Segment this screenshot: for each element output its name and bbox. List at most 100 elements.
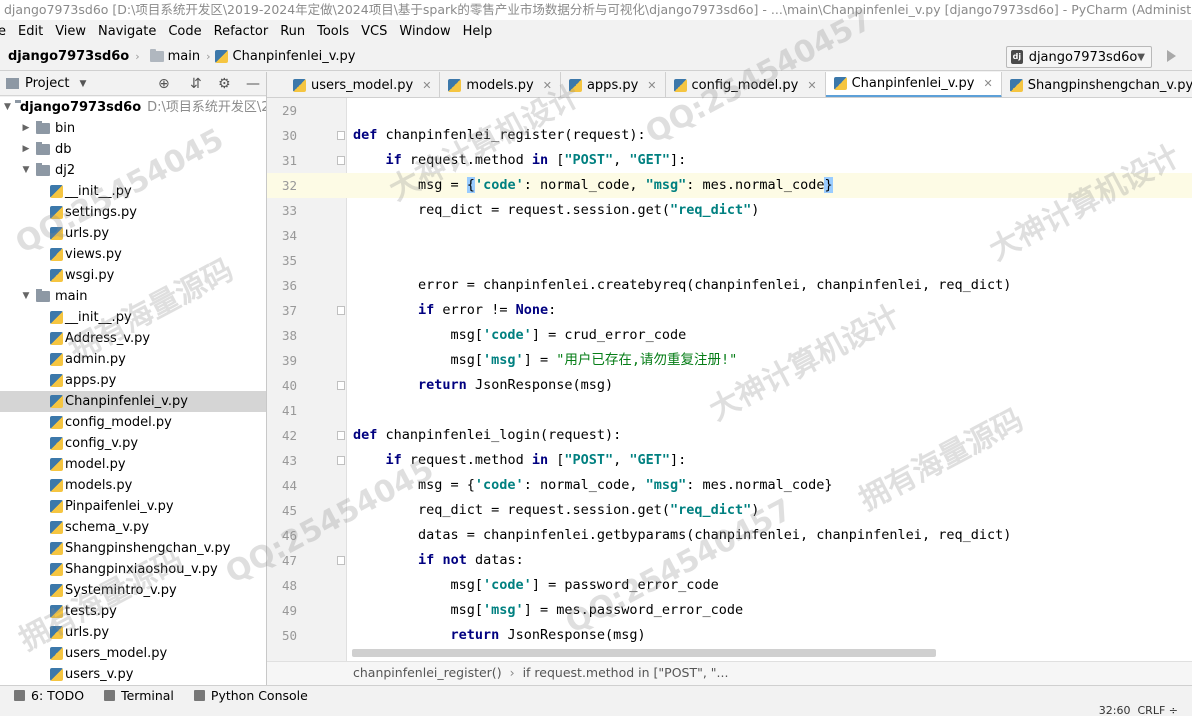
code-line[interactable]: 39 msg['msg'] = "用户已存在,请勿重复注册!" bbox=[267, 348, 1192, 373]
tree-file[interactable]: config_model.py bbox=[0, 412, 266, 433]
code-line[interactable]: 29 bbox=[267, 98, 1192, 123]
fold-marker-icon[interactable] bbox=[337, 131, 345, 140]
collapse-icon[interactable]: ⇵ bbox=[190, 76, 202, 92]
menu-item-help[interactable]: Help bbox=[457, 24, 499, 39]
editor-tab[interactable]: apps.py ✕ bbox=[561, 72, 666, 97]
tree-file[interactable]: Address_v.py bbox=[0, 328, 266, 349]
tree-file[interactable]: __init__.py bbox=[0, 307, 266, 328]
tree-file[interactable]: users_v.py bbox=[0, 664, 266, 685]
close-icon[interactable]: ✕ bbox=[422, 79, 431, 92]
code-editor[interactable]: 29 30 def chanpinfenlei_register(request):… bbox=[267, 98, 1192, 661]
tree-file[interactable]: schema_v.py bbox=[0, 517, 266, 538]
breadcrumb-statement[interactable]: if request.method in ["POST", "... bbox=[523, 665, 729, 680]
tree-file[interactable]: Pinpaifenlei_v.py bbox=[0, 496, 266, 517]
tree-file[interactable]: wsgi.py bbox=[0, 265, 266, 286]
menu-item-run[interactable]: Run bbox=[274, 24, 311, 39]
editor-tab[interactable]: config_model.py ✕ bbox=[666, 72, 826, 97]
chevron-down-icon[interactable]: ▼ bbox=[20, 160, 32, 181]
tree-file[interactable]: Shangpinxiaoshou_v.py bbox=[0, 559, 266, 580]
nav-folder-main[interactable]: main bbox=[144, 49, 200, 64]
code-line[interactable]: 36 error = chanpinfenlei.createbyreq(cha… bbox=[267, 273, 1192, 298]
run-icon[interactable] bbox=[1167, 50, 1176, 62]
tree-file[interactable]: admin.py bbox=[0, 349, 266, 370]
run-config-selector[interactable]: dj django7973sd6o ▼ bbox=[1006, 46, 1152, 68]
tree-file[interactable]: __init__.py bbox=[0, 181, 266, 202]
code-line[interactable]: 38 msg['code'] = crud_error_code bbox=[267, 323, 1192, 348]
caret-position[interactable]: 32:60 bbox=[1099, 705, 1131, 716]
fold-marker-icon[interactable] bbox=[337, 381, 345, 390]
menu-item-edit[interactable]: Edit bbox=[12, 24, 49, 39]
code-line[interactable]: 30 def chanpinfenlei_register(request): bbox=[267, 123, 1192, 148]
code-line[interactable]: 46 datas = chanpinfenlei.getbyparams(cha… bbox=[267, 523, 1192, 548]
tool-window-button[interactable]: Terminal bbox=[104, 688, 174, 703]
code-line[interactable]: 37 if error != None: bbox=[267, 298, 1192, 323]
close-icon[interactable]: ✕ bbox=[984, 77, 993, 90]
code-line[interactable]: 48 msg['code'] = password_error_code bbox=[267, 573, 1192, 598]
menu-item-refactor[interactable]: Refactor bbox=[208, 24, 275, 39]
menu-item-code[interactable]: Code bbox=[162, 24, 207, 39]
tree-file[interactable]: views.py bbox=[0, 244, 266, 265]
hide-panel-icon[interactable]: — bbox=[246, 76, 260, 92]
tree-file[interactable]: tests.py bbox=[0, 601, 266, 622]
tree-file[interactable]: Shangpinshengchan_v.py bbox=[0, 538, 266, 559]
tree-file[interactable]: models.py bbox=[0, 475, 266, 496]
gear-icon[interactable]: ⚙ bbox=[218, 76, 231, 92]
code-line[interactable]: 41 bbox=[267, 398, 1192, 423]
line-separator[interactable]: CRLF ÷ bbox=[1138, 705, 1179, 716]
chevron-down-icon[interactable]: ▼ bbox=[20, 286, 32, 307]
menu-item-view[interactable]: View bbox=[49, 24, 92, 39]
nav-file[interactable]: Chanpinfenlei_v.py bbox=[214, 49, 355, 64]
menu-item-window[interactable]: Window bbox=[393, 24, 456, 39]
code-line[interactable]: 33 req_dict = request.session.get("req_d… bbox=[267, 198, 1192, 223]
code-line[interactable]: 44 msg = {'code': normal_code, "msg": me… bbox=[267, 473, 1192, 498]
code-line[interactable]: 32 msg = {'code': normal_code, "msg": me… bbox=[267, 173, 1192, 198]
editor-tab[interactable]: Chanpinfenlei_v.py ✕ bbox=[825, 72, 1002, 97]
editor-tab[interactable]: models.py ✕ bbox=[440, 72, 561, 97]
code-line[interactable]: 31 if request.method in ["POST", "GET"]: bbox=[267, 148, 1192, 173]
tree-file[interactable]: users_model.py bbox=[0, 643, 266, 664]
code-line[interactable]: 40 return JsonResponse(msg) bbox=[267, 373, 1192, 398]
code-line[interactable]: 42 def chanpinfenlei_login(request): bbox=[267, 423, 1192, 448]
editor-tab[interactable]: Shangpinshengchan_v.py✕ bbox=[1002, 72, 1192, 97]
locate-icon[interactable]: ⊕ bbox=[158, 76, 170, 92]
close-icon[interactable]: ✕ bbox=[543, 79, 552, 92]
code-line[interactable]: 45 req_dict = request.session.get("req_d… bbox=[267, 498, 1192, 523]
tree-file[interactable]: model.py bbox=[0, 454, 266, 475]
code-line[interactable]: 43 if request.method in ["POST", "GET"]: bbox=[267, 448, 1192, 473]
menu-item-navigate[interactable]: Navigate bbox=[92, 24, 162, 39]
breadcrumb-function[interactable]: chanpinfenlei_register() bbox=[353, 665, 502, 680]
tree-folder[interactable]: ▼ dj2 bbox=[0, 160, 266, 181]
chevron-right-icon[interactable]: ▶ bbox=[20, 118, 32, 139]
close-icon[interactable]: ✕ bbox=[647, 79, 656, 92]
tree-file[interactable]: settings.py bbox=[0, 202, 266, 223]
tool-window-button[interactable]: Python Console bbox=[193, 688, 308, 703]
tree-file[interactable]: urls.py bbox=[0, 622, 266, 643]
fold-marker-icon[interactable] bbox=[337, 556, 345, 565]
horizontal-scrollbar[interactable] bbox=[352, 649, 936, 657]
menu-item-tools[interactable]: Tools bbox=[311, 24, 355, 39]
tree-folder[interactable]: ▼ main bbox=[0, 286, 266, 307]
fold-marker-icon[interactable] bbox=[337, 156, 345, 165]
tree-file[interactable]: urls.py bbox=[0, 223, 266, 244]
code-line[interactable]: 49 msg['msg'] = mes.password_error_code bbox=[267, 598, 1192, 623]
tree-root[interactable]: ▼ django7973sd6o D:\项目系统开发区\20 bbox=[0, 97, 266, 118]
chevron-right-icon[interactable]: ▶ bbox=[20, 139, 32, 160]
code-line[interactable]: 35 bbox=[267, 248, 1192, 273]
nav-project[interactable]: django7973sd6o bbox=[8, 49, 129, 64]
menu-item-vcs[interactable]: VCS bbox=[355, 24, 393, 39]
fold-marker-icon[interactable] bbox=[337, 306, 345, 315]
code-line[interactable]: 50 return JsonResponse(msg) bbox=[267, 623, 1192, 648]
close-icon[interactable]: ✕ bbox=[807, 79, 816, 92]
editor-tab[interactable]: users_model.py ✕ bbox=[267, 72, 441, 97]
fold-marker-icon[interactable] bbox=[337, 456, 345, 465]
tool-window-button[interactable]: 6: TODO bbox=[14, 688, 84, 703]
tree-file[interactable]: Chanpinfenlei_v.py bbox=[0, 391, 266, 412]
code-line[interactable]: 34 bbox=[267, 223, 1192, 248]
tree-folder[interactable]: ▶ db bbox=[0, 139, 266, 160]
code-line[interactable]: 47 if not datas: bbox=[267, 548, 1192, 573]
tree-file[interactable]: Systemintro_v.py bbox=[0, 580, 266, 601]
fold-marker-icon[interactable] bbox=[337, 431, 345, 440]
tree-file[interactable]: apps.py bbox=[0, 370, 266, 391]
tree-folder[interactable]: ▶ bin bbox=[0, 118, 266, 139]
tree-file[interactable]: config_v.py bbox=[0, 433, 266, 454]
